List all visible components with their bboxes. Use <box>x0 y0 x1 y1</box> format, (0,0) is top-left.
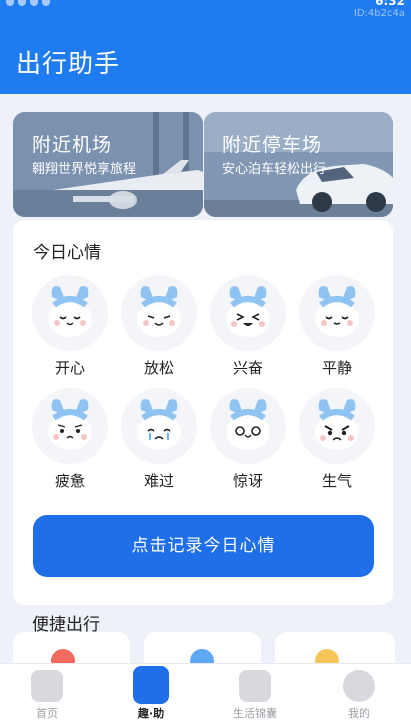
banner-airport-title: 附近机场 <box>32 134 113 156</box>
mood-label: 兴奋 <box>232 359 263 377</box>
home-icon <box>31 670 63 702</box>
tab-mine[interactable]: 我的 <box>319 664 399 726</box>
surprised-face-icon <box>210 388 286 464</box>
calm-face-icon <box>299 275 375 351</box>
tab-label: 趣·助 <box>137 707 165 720</box>
angry-face-icon <box>299 388 375 464</box>
tab-label: 我的 <box>348 707 370 720</box>
relaxed-face-icon <box>121 275 197 351</box>
tab-label: 首页 <box>36 707 58 720</box>
status-time: 6:32 <box>375 0 405 8</box>
banner-parking-subtitle: 安心泊车轻松出行 <box>222 162 327 177</box>
assistant-icon <box>133 666 169 704</box>
banner-parking-title: 附近停车场 <box>222 134 323 156</box>
banner-nearby-parking[interactable]: 附近停车场 安心泊车轻松出行 <box>204 112 393 217</box>
mood-label: 难过 <box>143 472 174 490</box>
mood-tired[interactable]: 疲惫 <box>32 388 108 496</box>
excited-face-icon <box>210 275 286 351</box>
tab-fun-assistant[interactable]: 趣·助 <box>111 664 191 726</box>
app-bar: 出行助手 <box>0 24 411 94</box>
banner-airport-subtitle: 翱翔世界悦享旅程 <box>32 162 137 177</box>
mood-card: 今日心情 开心 放松 兴奋 平静 疲惫 难过 惊讶 生气 点击记录今日心情 <box>13 220 393 605</box>
profile-icon <box>343 670 375 702</box>
mood-surprised[interactable]: 惊讶 <box>210 388 286 496</box>
bottom-tab-bar: 首页 趣·助 生活锦囊 我的 <box>0 663 411 726</box>
happy-face-icon <box>32 275 108 351</box>
page-title: 出行助手 <box>16 49 121 78</box>
mood-excited[interactable]: 兴奋 <box>210 275 286 383</box>
mood-sad[interactable]: 难过 <box>121 388 197 496</box>
banner-nearby-airport[interactable]: 附近机场 翱翔世界悦享旅程 <box>13 112 203 217</box>
mood-section-title: 今日心情 <box>33 243 101 263</box>
record-mood-button[interactable]: 点击记录今日心情 <box>33 515 374 577</box>
mood-calm[interactable]: 平静 <box>299 275 375 383</box>
mood-label: 疲惫 <box>54 472 85 490</box>
status-icons <box>6 0 50 6</box>
status-bar: 6:32 ID:4b2c4a <box>0 0 411 24</box>
mood-label: 惊讶 <box>232 472 263 490</box>
tips-icon <box>239 670 271 702</box>
mood-label: 平静 <box>321 359 352 377</box>
mood-angry[interactable]: 生气 <box>299 388 375 496</box>
tab-label: 生活锦囊 <box>233 707 277 720</box>
tab-life-tips[interactable]: 生活锦囊 <box>215 664 295 726</box>
tab-home[interactable]: 首页 <box>7 664 87 726</box>
tired-face-icon <box>32 388 108 464</box>
mood-label: 生气 <box>321 472 352 490</box>
sad-face-icon <box>121 388 197 464</box>
mood-label: 放松 <box>143 359 174 377</box>
mood-happy[interactable]: 开心 <box>32 275 108 383</box>
mood-relaxed[interactable]: 放松 <box>121 275 197 383</box>
status-id-text: ID:4b2c4a <box>353 8 405 19</box>
mood-label: 开心 <box>54 359 85 377</box>
